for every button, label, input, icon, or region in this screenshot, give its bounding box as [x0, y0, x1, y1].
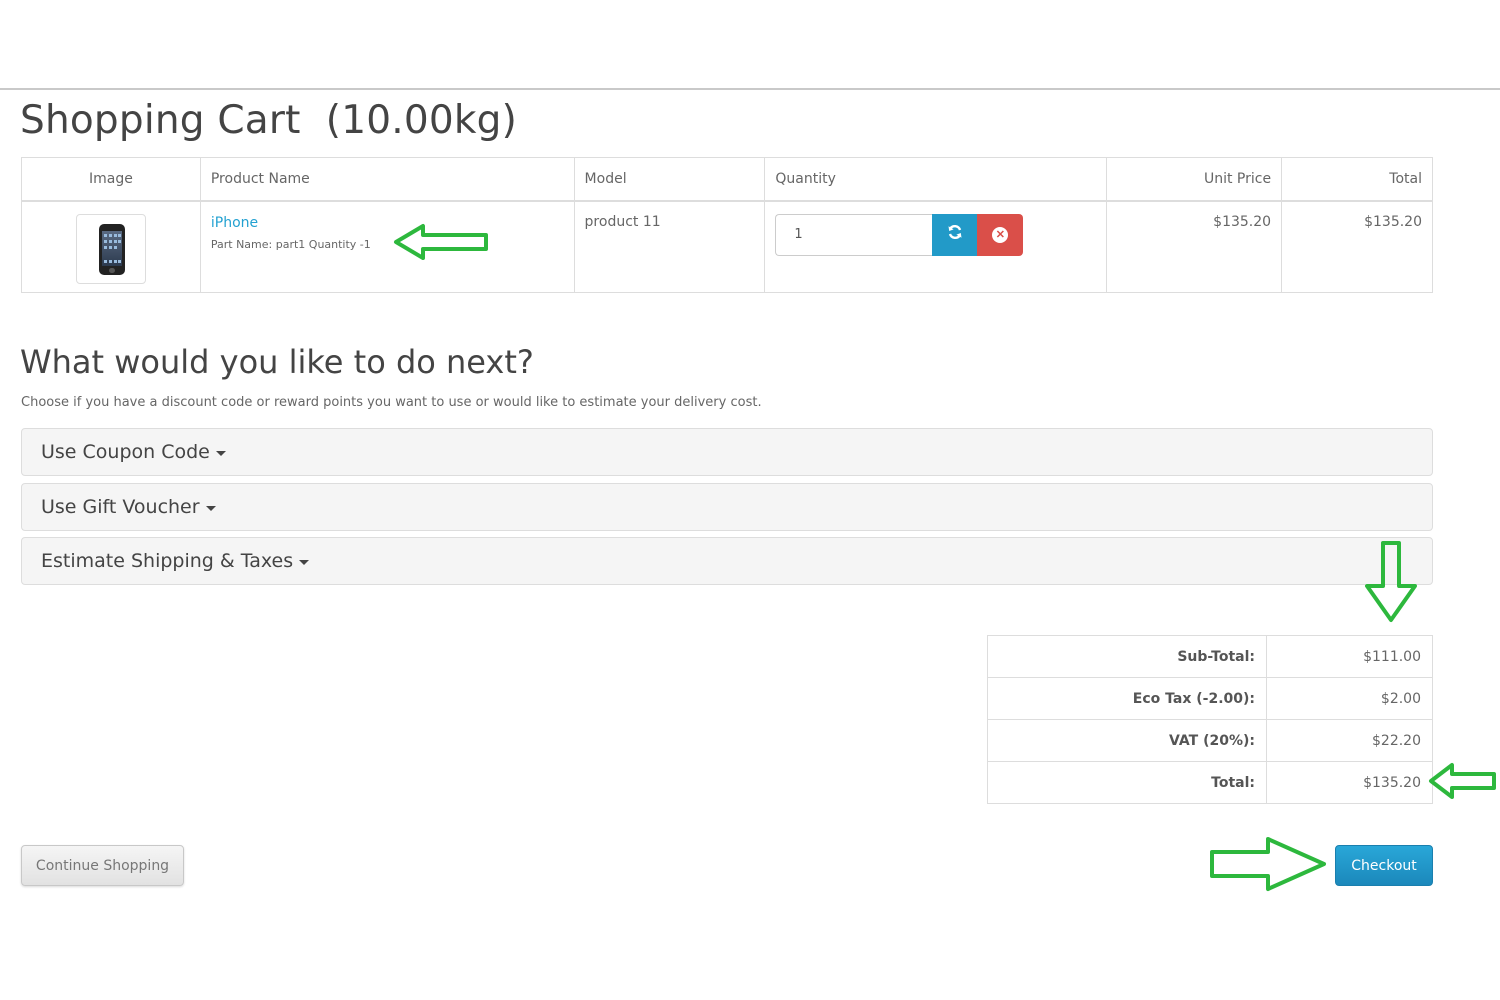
grand-total-label: Total:	[987, 761, 1267, 804]
quantity-input[interactable]	[775, 213, 933, 256]
cell-total: $135.20	[1281, 200, 1433, 293]
cell-unit-price: $135.20	[1106, 200, 1283, 293]
voucher-panel-toggle[interactable]: Use Gift Voucher	[21, 483, 1433, 531]
subtotal-label: Sub-Total:	[987, 635, 1267, 678]
remove-circle-icon: ✕	[992, 226, 1009, 243]
header-image: Image	[21, 157, 201, 201]
table-row: Eco Tax (-2.00): $2.00	[987, 677, 1433, 720]
next-description: Choose if you have a discount code or re…	[21, 395, 762, 410]
vat-label: VAT (20%):	[987, 719, 1267, 762]
product-thumbnail-link[interactable]	[75, 213, 146, 284]
header-unit-price: Unit Price	[1106, 157, 1283, 201]
green-arrow-icon	[1429, 763, 1496, 799]
green-arrow-icon	[1210, 837, 1326, 891]
eco-tax-value: $2.00	[1266, 677, 1433, 720]
vat-value: $22.20	[1266, 719, 1433, 762]
header-quantity: Quantity	[764, 157, 1108, 201]
update-button[interactable]	[932, 213, 978, 256]
cell-quantity: ✕	[764, 200, 1108, 293]
subtotal-value: $111.00	[1266, 635, 1433, 678]
product-name-link[interactable]: iPhone	[211, 215, 564, 231]
table-row: iPhone Part Name: part1 Quantity -1 prod…	[21, 200, 1433, 293]
coupon-panel-label: Use Coupon Code	[41, 441, 210, 463]
coupon-panel-toggle[interactable]: Use Coupon Code	[21, 428, 1433, 476]
totals-table: Sub-Total: $111.00 Eco Tax (-2.00): $2.0…	[987, 635, 1433, 804]
green-arrow-icon	[394, 224, 488, 260]
eco-tax-label: Eco Tax (-2.00):	[987, 677, 1267, 720]
quantity-group: ✕	[775, 213, 1096, 256]
header-total: Total	[1281, 157, 1433, 201]
top-divider	[0, 88, 1500, 90]
iphone-product-image	[98, 223, 125, 275]
checkout-button[interactable]: Checkout	[1335, 845, 1433, 886]
header-model: Model	[573, 157, 766, 201]
continue-shopping-button[interactable]: Continue Shopping	[21, 845, 184, 886]
voucher-panel-label: Use Gift Voucher	[41, 496, 200, 518]
header-product-name: Product Name	[199, 157, 575, 201]
refresh-icon	[947, 224, 963, 245]
remove-button[interactable]: ✕	[977, 213, 1024, 256]
next-heading: What would you like to do next?	[20, 343, 534, 381]
product-option: Part Name: part1 Quantity -1	[210, 237, 371, 251]
page-title: Shopping Cart (10.00kg)	[20, 98, 518, 143]
cart-table: Image Product Name Model Quantity Unit P…	[21, 157, 1433, 293]
cart-header-row: Image Product Name Model Quantity Unit P…	[21, 157, 1433, 201]
cell-product-name: iPhone Part Name: part1 Quantity -1	[199, 200, 575, 293]
shipping-panel-label: Estimate Shipping & Taxes	[41, 550, 294, 572]
table-row: Sub-Total: $111.00	[987, 635, 1433, 678]
caret-down-icon	[215, 450, 226, 456]
grand-total-value: $135.20	[1266, 761, 1433, 804]
shipping-panel-toggle[interactable]: Estimate Shipping & Taxes	[21, 537, 1433, 585]
cell-image	[21, 200, 201, 293]
table-row: Total: $135.20	[987, 761, 1433, 804]
cell-model: product 11	[573, 200, 766, 293]
caret-down-icon	[299, 559, 310, 565]
caret-down-icon	[205, 505, 216, 511]
table-row: VAT (20%): $22.20	[987, 719, 1433, 762]
green-arrow-icon	[1365, 541, 1417, 622]
